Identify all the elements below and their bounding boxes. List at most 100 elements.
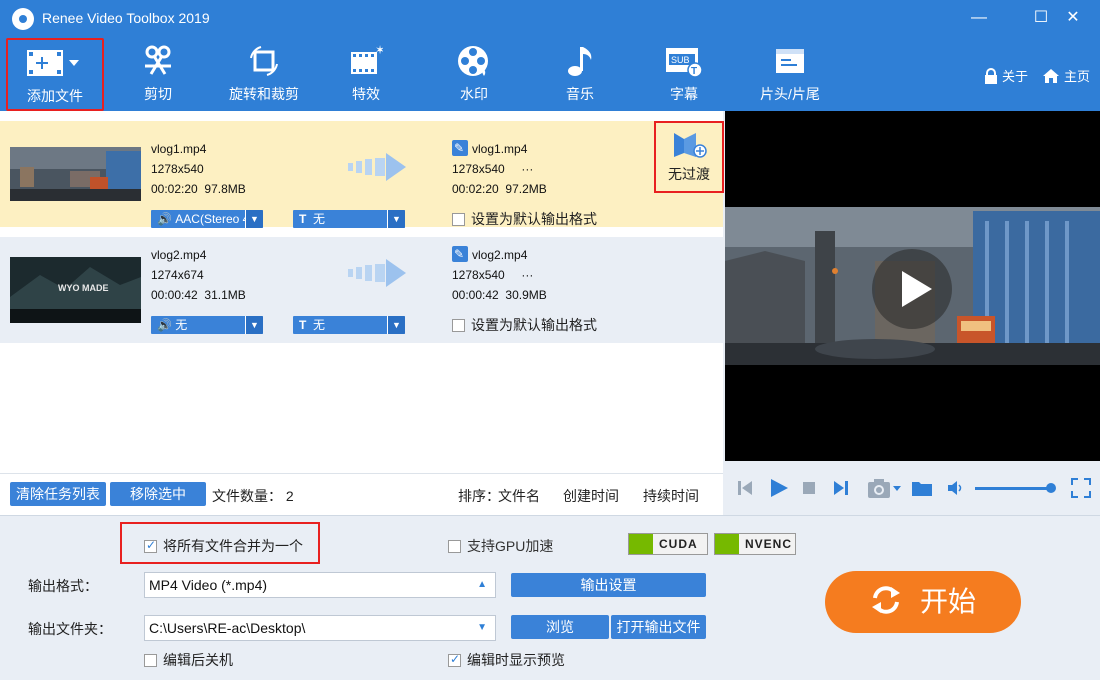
output-more-button[interactable]: ··· (521, 268, 533, 282)
output-filename: vlog2.mp4 (472, 248, 528, 262)
subtitle-icon: SUB T (666, 48, 703, 78)
show-preview-label: 编辑时显示预览 (467, 652, 565, 668)
effects-button[interactable]: ✶ 特效 (328, 44, 404, 108)
snapshot-icon[interactable] (867, 477, 903, 499)
file-row[interactable]: vlog1.mp4 1278x540 00:02:20 97.8MB vlog1… (0, 121, 723, 229)
output-settings-button[interactable]: 输出设置 (511, 573, 706, 597)
folder-icon[interactable] (911, 479, 933, 497)
output-more-button[interactable]: ··· (521, 162, 533, 176)
volume-handle[interactable] (1046, 483, 1056, 493)
volume-slider[interactable] (975, 483, 1056, 493)
chevron-down-icon: ▼ (477, 622, 487, 633)
default-format-checkbox[interactable]: 设置为默认输出格式 (452, 209, 597, 229)
music-button[interactable]: 音乐 (542, 44, 618, 108)
checkbox-box[interactable] (144, 538, 157, 553)
add-file-button[interactable]: 添加文件 (6, 38, 104, 111)
home-label: 主页 (1064, 69, 1091, 84)
start-button[interactable]: 开始 (825, 571, 1021, 633)
speaker-icon: 🔊 (157, 212, 172, 226)
cut-label: 剪切 (144, 86, 172, 102)
output-resolution: 1278x540 (452, 162, 505, 176)
checkbox-box[interactable] (448, 652, 461, 667)
shutdown-after-checkbox[interactable]: 编辑后关机 (144, 650, 233, 670)
intro-outro-label: 片头/片尾 (760, 86, 820, 102)
browse-button[interactable]: 浏览 (511, 615, 609, 639)
audio-track-dropdown[interactable]: 🔊 AAC(Stereo 4 ▼ (151, 210, 263, 228)
transition-button[interactable]: 无过渡 (654, 121, 724, 193)
open-output-folder-button[interactable]: 打开输出文件 (611, 615, 706, 639)
speaker-icon: 🔊 (157, 318, 172, 332)
list-toolbar: 清除任务列表 移除选中 文件数量： 2 排序： 文件名 创建时间 持续时间 (0, 473, 723, 515)
clear-list-button[interactable]: 清除任务列表 (10, 482, 106, 506)
subtitle-button[interactable]: SUB T 字幕 (646, 44, 722, 108)
output-duration-size: 00:02:20 97.2MB (452, 182, 547, 196)
about-link[interactable]: 关于 (984, 66, 1028, 85)
audio-track-dropdown[interactable]: 🔊 无 ▼ (151, 316, 263, 334)
refresh-icon (871, 586, 900, 614)
merge-files-label: 将所有文件合并为一个 (163, 538, 303, 554)
watermark-button[interactable]: 水印 (436, 44, 512, 108)
file-list: vlog1.mp4 1278x540 00:02:20 97.8MB vlog1… (0, 111, 724, 473)
sort-by-duration[interactable]: 持续时间 (643, 486, 699, 506)
scissors-icon (145, 45, 171, 75)
video-preview[interactable] (725, 111, 1100, 461)
top-bar: Renee Video Toolbox 2019 — ☐ ✕ 添加文件 剪切 旋… (0, 0, 1100, 111)
subtitle-dropdown[interactable]: T 无 ▼ (293, 316, 405, 334)
edit-icon[interactable] (452, 138, 468, 158)
subtitle-label: 字幕 (670, 86, 698, 102)
nvidia-logo-icon (629, 534, 653, 554)
subtitle-dropdown[interactable]: T 无 ▼ (293, 210, 405, 228)
music-note-icon (568, 47, 592, 76)
chevron-down-icon: ▼ (245, 210, 263, 228)
checkbox-box[interactable] (452, 212, 465, 226)
home-link[interactable]: 主页 (1042, 66, 1090, 85)
source-duration-size: 00:02:20 97.8MB (151, 182, 246, 196)
play-icon[interactable] (769, 478, 789, 498)
output-folder-select[interactable]: C:\Users\RE-ac\Desktop\ ▼ (144, 615, 496, 641)
show-preview-checkbox[interactable]: 编辑时显示预览 (448, 650, 565, 670)
text-icon: T (299, 318, 307, 332)
remove-selected-button[interactable]: 移除选中 (110, 482, 206, 506)
checkbox-box[interactable] (448, 539, 461, 553)
file-count: 文件数量： 2 (212, 488, 294, 504)
gpu-acceleration-checkbox[interactable]: 支持GPU加速 (448, 536, 553, 556)
gpu-acceleration-label: 支持GPU加速 (467, 538, 554, 554)
fullscreen-icon[interactable] (1071, 478, 1091, 498)
merge-files-checkbox[interactable]: 将所有文件合并为一个 (144, 536, 303, 556)
skip-back-icon[interactable] (737, 479, 753, 497)
edit-icon[interactable] (452, 244, 468, 264)
stop-icon[interactable] (803, 482, 815, 494)
skip-forward-icon[interactable] (833, 479, 849, 497)
volume-level (975, 487, 1051, 490)
svg-text:T: T (691, 66, 697, 77)
checkbox-box[interactable] (144, 653, 157, 667)
convert-arrow-icon (348, 259, 406, 287)
chevron-down-icon: ▼ (387, 316, 405, 334)
minimize-button[interactable]: — (966, 6, 992, 30)
rotate-crop-label: 旋转和裁剪 (229, 86, 299, 102)
maximize-button[interactable]: ☐ (1028, 6, 1054, 30)
default-format-label: 设置为默认输出格式 (471, 211, 597, 227)
intro-outro-button[interactable]: 片头/片尾 (750, 44, 830, 108)
lock-icon (985, 67, 997, 84)
home-icon (1043, 68, 1059, 83)
close-button[interactable]: ✕ (1060, 6, 1086, 30)
sort-by-name[interactable]: 文件名 (498, 486, 540, 506)
rotate-crop-button[interactable]: 旋转和裁剪 (222, 44, 306, 108)
app-title: Renee Video Toolbox 2019 (42, 10, 210, 26)
checkbox-box[interactable] (452, 318, 465, 332)
default-format-label: 设置为默认输出格式 (471, 317, 597, 333)
start-label: 开始 (919, 586, 976, 617)
source-filename: vlog2.mp4 (151, 248, 207, 262)
transition-label: 无过渡 (668, 166, 710, 182)
output-format-select[interactable]: MP4 Video (*.mp4) ▲ (144, 572, 496, 598)
sort-by-created[interactable]: 创建时间 (563, 486, 619, 506)
svg-text:SUB: SUB (671, 55, 690, 65)
shutdown-after-label: 编辑后关机 (163, 652, 233, 668)
cut-button[interactable]: 剪切 (120, 44, 196, 108)
volume-icon[interactable] (947, 480, 965, 496)
output-folder-label: 输出文件夹： (28, 621, 112, 637)
default-format-checkbox[interactable]: 设置为默认输出格式 (452, 315, 597, 335)
file-row[interactable]: WYO MADE vlog2.mp4 1274x674 00:00:42 31.… (0, 237, 723, 343)
play-overlay-button[interactable] (872, 249, 952, 329)
